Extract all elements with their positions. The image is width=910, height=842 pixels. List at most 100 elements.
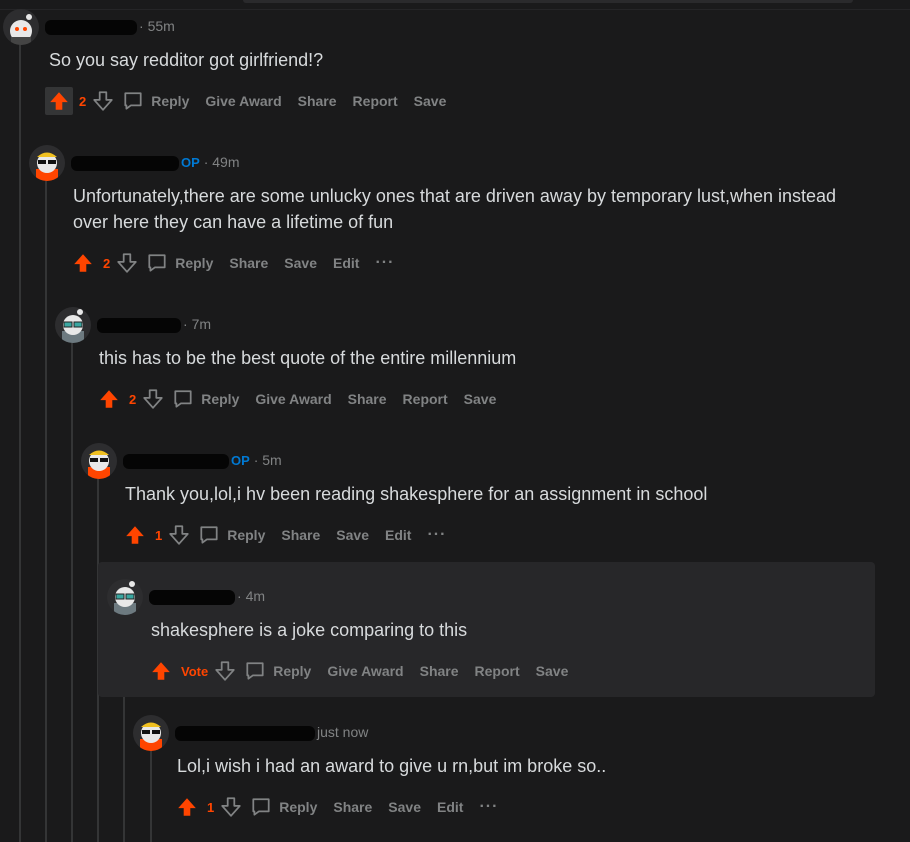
save-button[interactable]: Save	[284, 255, 317, 271]
comment-bubble-icon	[200, 526, 218, 544]
save-button[interactable]: Save	[336, 527, 369, 543]
share-button[interactable]: Share	[281, 527, 320, 543]
separator: ·	[139, 18, 144, 34]
comment-text: this has to be the best quote of the ent…	[99, 348, 517, 368]
timestamp[interactable]: 55m	[148, 18, 175, 34]
downvote-button[interactable]	[114, 249, 140, 277]
reply-button[interactable]: Reply	[250, 796, 317, 818]
downvote-arrow-icon	[93, 91, 113, 111]
downvote-arrow-icon	[169, 525, 189, 545]
share-button[interactable]: Share	[229, 255, 268, 271]
avatar[interactable]	[3, 9, 39, 45]
redacted-username[interactable]	[175, 725, 315, 741]
top-bar-remnant	[243, 0, 853, 3]
avatar[interactable]	[107, 579, 143, 615]
comment-bubble-icon	[148, 254, 166, 272]
top-divider	[0, 9, 910, 10]
thread-line-2[interactable]	[45, 180, 47, 842]
comment-text: Lol,i wish i had an award to give u rn,b…	[177, 756, 607, 776]
redacted-username[interactable]	[123, 453, 229, 469]
separator: ·	[253, 452, 259, 468]
edit-button[interactable]: Edit	[385, 527, 411, 543]
reply-button[interactable]: Reply	[172, 388, 239, 410]
reply-button[interactable]: Reply	[244, 660, 311, 682]
comment-actions: 2 Reply Give Award Share Report Save	[95, 385, 512, 413]
comment-text: So you say redditor got girlfriend!?	[49, 50, 324, 70]
reply-button[interactable]: Reply	[198, 524, 265, 546]
vote-score: 2	[103, 255, 111, 271]
vote-score: 1	[207, 799, 215, 815]
give-award-button[interactable]: Give Award	[327, 663, 403, 679]
more-dots-icon[interactable]: ···	[479, 798, 498, 816]
avatar[interactable]	[133, 715, 169, 751]
upvote-button[interactable]	[121, 521, 149, 549]
share-button[interactable]: Share	[420, 663, 459, 679]
report-button[interactable]: Report	[403, 391, 448, 407]
save-button[interactable]: Save	[414, 93, 447, 109]
save-button[interactable]: Save	[388, 799, 421, 815]
save-button[interactable]: Save	[464, 391, 497, 407]
avatar[interactable]	[81, 443, 117, 479]
report-button[interactable]: Report	[353, 93, 398, 109]
comment-meta: OP · 5m	[123, 452, 282, 469]
comment-bubble-icon	[246, 662, 264, 680]
comment-actions: 2 Reply Share Save Edit ···	[69, 249, 394, 277]
edit-button[interactable]: Edit	[437, 799, 463, 815]
thread-line-1[interactable]	[19, 44, 21, 842]
separator: ·	[237, 588, 242, 604]
timestamp[interactable]: 4m	[246, 588, 265, 604]
downvote-arrow-icon	[143, 389, 163, 409]
comment-text: Thank you,lol,i hv been reading shakesph…	[125, 484, 708, 504]
redacted-username[interactable]	[71, 155, 179, 171]
upvote-button[interactable]	[95, 385, 123, 413]
upvote-arrow-icon	[74, 254, 92, 272]
reply-button[interactable]: Reply	[122, 90, 189, 112]
comment-meta: OP · 49m	[71, 154, 239, 171]
downvote-button[interactable]	[90, 87, 116, 115]
upvote-button[interactable]	[147, 657, 175, 685]
downvote-button[interactable]	[166, 521, 192, 549]
vote-label: Vote	[181, 663, 209, 679]
downvote-button[interactable]	[212, 657, 238, 685]
downvote-button[interactable]	[140, 385, 166, 413]
save-button[interactable]: Save	[536, 663, 569, 679]
redacted-username[interactable]	[149, 589, 235, 605]
give-award-button[interactable]: Give Award	[205, 93, 281, 109]
redacted-username[interactable]	[45, 19, 137, 35]
comment-meta: · 55m	[45, 18, 175, 35]
thread-line-3[interactable]	[71, 342, 73, 842]
comment-actions: Vote Reply Give Award Share Report Save	[147, 657, 584, 685]
downvote-arrow-icon	[117, 253, 137, 273]
timestamp[interactable]: just now	[317, 724, 368, 740]
share-button[interactable]: Share	[333, 799, 372, 815]
downvote-arrow-icon	[215, 661, 235, 681]
downvote-arrow-icon	[221, 797, 241, 817]
more-dots-icon[interactable]: ···	[375, 254, 394, 272]
upvote-button[interactable]	[69, 249, 97, 277]
upvote-button[interactable]	[173, 793, 201, 821]
avatar[interactable]	[55, 307, 91, 343]
comment-actions: 1 Reply Share Save Edit ···	[121, 521, 446, 549]
give-award-button[interactable]: Give Award	[255, 391, 331, 407]
avatar[interactable]	[29, 145, 65, 181]
redacted-username[interactable]	[97, 317, 181, 333]
timestamp[interactable]: 49m	[212, 154, 239, 170]
comment-text-line-2: over here they can have a lifetime of fu…	[73, 212, 394, 232]
separator: ·	[183, 316, 188, 332]
upvote-arrow-icon	[100, 390, 118, 408]
report-button[interactable]: Report	[475, 663, 520, 679]
upvote-arrow-icon	[152, 662, 170, 680]
timestamp[interactable]: 7m	[192, 316, 211, 332]
comment-text: shakesphere is a joke comparing to this	[151, 620, 468, 640]
thread-line-6[interactable]	[150, 750, 152, 842]
edit-button[interactable]: Edit	[333, 255, 359, 271]
share-button[interactable]: Share	[298, 93, 337, 109]
downvote-button[interactable]	[218, 793, 244, 821]
more-dots-icon[interactable]: ···	[427, 526, 446, 544]
reply-button[interactable]: Reply	[146, 252, 213, 274]
timestamp[interactable]: 5m	[262, 452, 281, 468]
share-button[interactable]: Share	[348, 391, 387, 407]
separator: ·	[203, 154, 209, 170]
upvote-button[interactable]	[45, 87, 73, 115]
vote-score: 2	[79, 93, 87, 109]
